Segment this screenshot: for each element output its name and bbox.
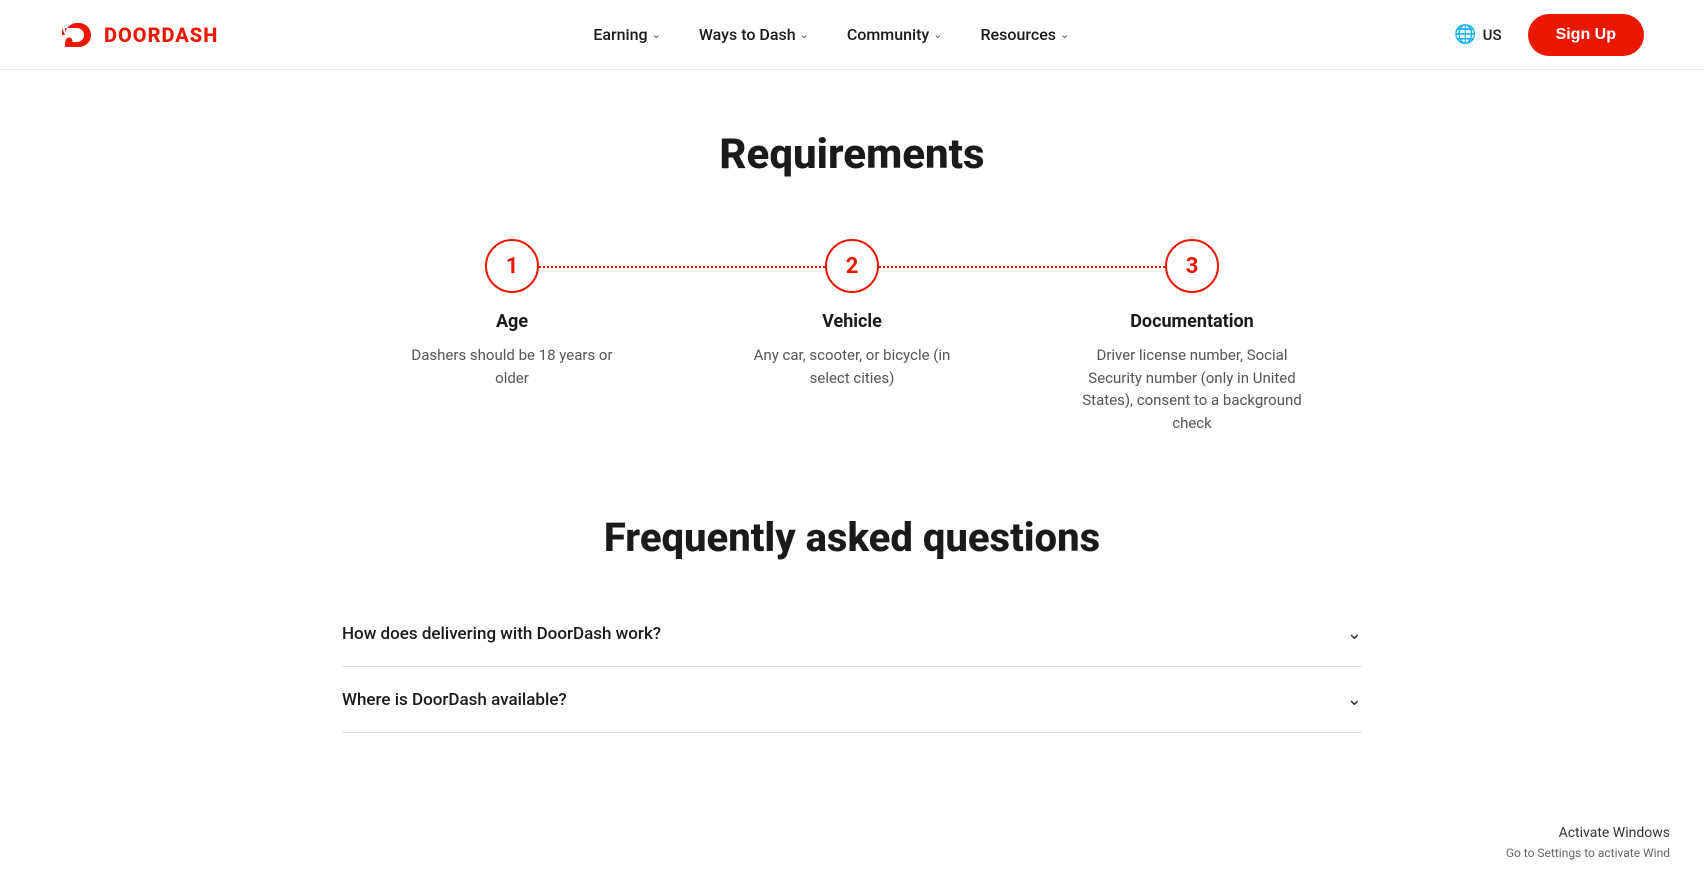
nav-item-earning[interactable]: Earning ⌄ xyxy=(579,17,675,52)
windows-activate-line1: Activate Windows xyxy=(1506,823,1670,844)
step-3-description: Driver license number, Social Security n… xyxy=(1082,344,1302,434)
step-3-label: Documentation xyxy=(1130,311,1254,332)
nav-earning-label: Earning xyxy=(593,25,647,44)
nav-ways-label: Ways to Dash xyxy=(699,25,796,44)
step-3-circle: 3 xyxy=(1165,239,1219,293)
logo[interactable]: DOORDASH xyxy=(60,21,218,49)
step-2-connector xyxy=(852,266,1192,268)
faq-section: Frequently asked questions How does deli… xyxy=(342,514,1362,733)
nav-item-community[interactable]: Community ⌄ xyxy=(833,17,957,52)
faq-question-1: Where is DoorDash available? xyxy=(342,690,567,710)
step-3: 3 Documentation Driver license number, S… xyxy=(1022,239,1362,434)
signup-button[interactable]: Sign Up xyxy=(1528,14,1644,56)
requirements-title: Requirements xyxy=(342,130,1362,179)
step-2-description: Any car, scooter, or bicycle (in select … xyxy=(742,344,962,389)
locale-selector[interactable]: 🌐 US xyxy=(1444,18,1511,51)
step-1-label: Age xyxy=(496,311,528,332)
nav-item-ways-to-dash[interactable]: Ways to Dash ⌄ xyxy=(685,17,823,52)
nav-resources-label: Resources xyxy=(980,25,1056,44)
site-header: DOORDASH Earning ⌄ Ways to Dash ⌄ Commun… xyxy=(0,0,1704,70)
step-2-circle: 2 xyxy=(825,239,879,293)
main-nav: Earning ⌄ Ways to Dash ⌄ Community ⌄ Res… xyxy=(579,17,1083,52)
doordash-logo-icon xyxy=(60,21,96,49)
main-content: Requirements 1 Age Dashers should be 18 … xyxy=(302,70,1402,773)
community-chevron-icon: ⌄ xyxy=(933,28,942,41)
nav-item-resources[interactable]: Resources ⌄ xyxy=(966,17,1083,52)
header-right: 🌐 US Sign Up xyxy=(1444,14,1644,56)
resources-chevron-icon: ⌄ xyxy=(1060,28,1069,41)
globe-icon: 🌐 xyxy=(1454,24,1476,45)
steps-container: 1 Age Dashers should be 18 years or olde… xyxy=(342,239,1362,434)
step-2: 2 Vehicle Any car, scooter, or bicycle (… xyxy=(682,239,1022,389)
faq-title: Frequently asked questions xyxy=(342,514,1362,561)
faq-list: How does delivering with DoorDash work? … xyxy=(342,601,1362,733)
step-1: 1 Age Dashers should be 18 years or olde… xyxy=(342,239,682,389)
locale-label: US xyxy=(1483,26,1502,44)
step-2-label: Vehicle xyxy=(822,311,882,332)
step-1-circle: 1 xyxy=(485,239,539,293)
requirements-section: Requirements 1 Age Dashers should be 18 … xyxy=(342,130,1362,434)
faq-chevron-1: ⌄ xyxy=(1347,689,1362,710)
faq-question-0: How does delivering with DoorDash work? xyxy=(342,624,661,644)
windows-activation-watermark: Activate Windows Go to Settings to activ… xyxy=(1492,813,1684,872)
step-1-connector xyxy=(512,266,852,268)
step-1-description: Dashers should be 18 years or older xyxy=(402,344,622,389)
faq-item-0[interactable]: How does delivering with DoorDash work? … xyxy=(342,601,1362,667)
windows-activate-line2: Go to Settings to activate Wind xyxy=(1506,844,1670,862)
logo-text: DOORDASH xyxy=(104,23,218,47)
nav-community-label: Community xyxy=(847,25,929,44)
earning-chevron-icon: ⌄ xyxy=(652,28,661,41)
faq-chevron-0: ⌄ xyxy=(1347,623,1362,644)
ways-chevron-icon: ⌄ xyxy=(800,28,809,41)
faq-item-1[interactable]: Where is DoorDash available? ⌄ xyxy=(342,667,1362,733)
